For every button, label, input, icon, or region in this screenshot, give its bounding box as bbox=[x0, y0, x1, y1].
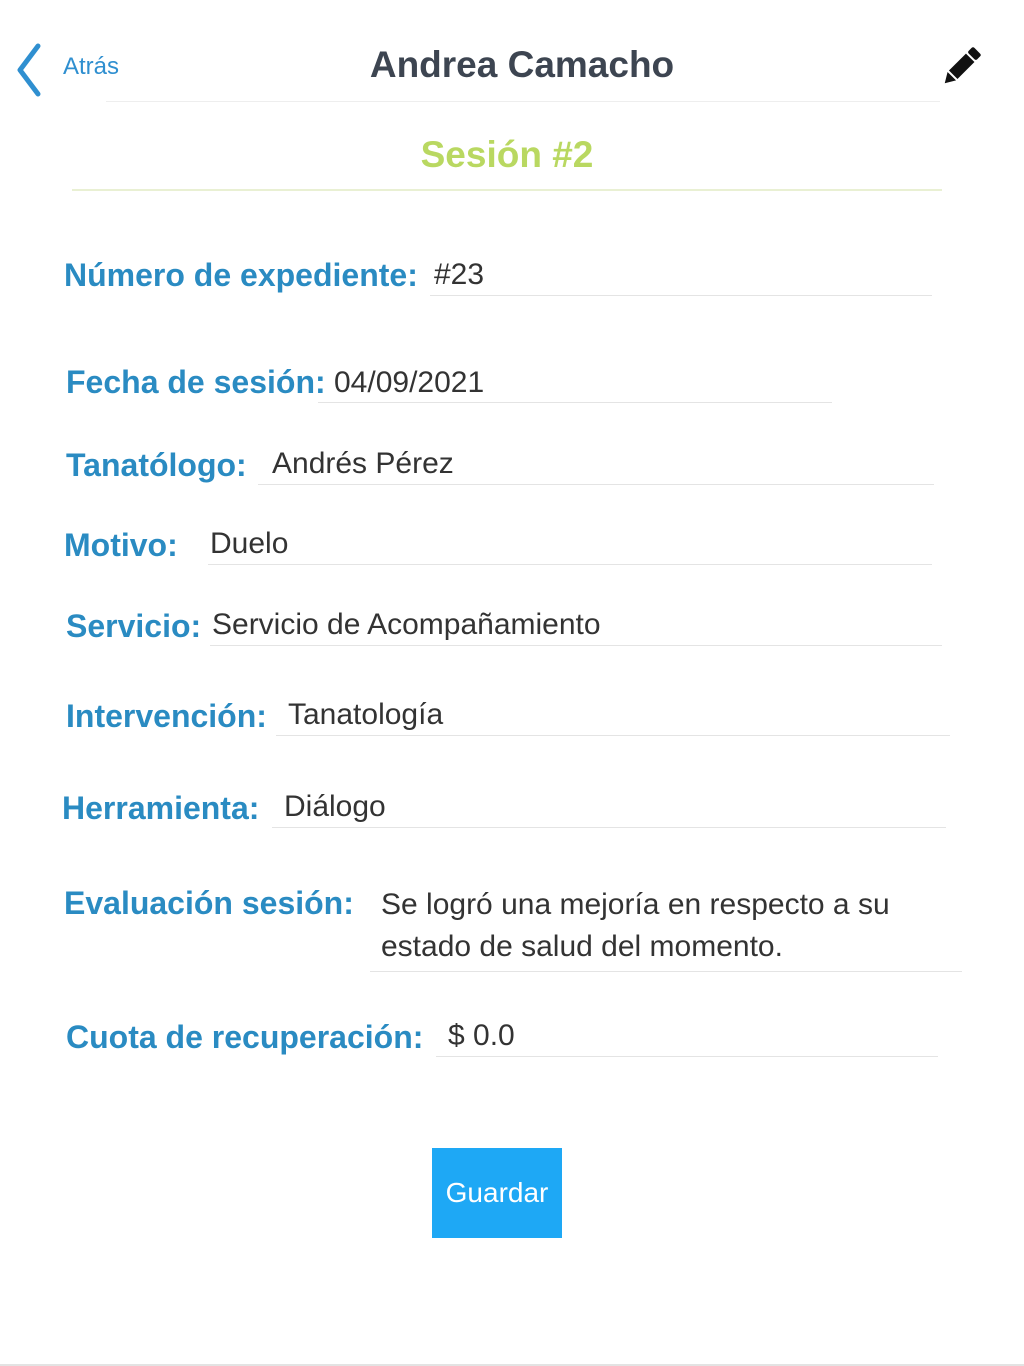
page-title: Andrea Camacho bbox=[369, 44, 675, 85]
evaluacion-label: Evaluación sesión: bbox=[64, 885, 354, 921]
fecha-underline bbox=[318, 402, 832, 403]
session-divider bbox=[72, 189, 942, 191]
header-divider bbox=[106, 101, 940, 102]
herramienta-underline bbox=[272, 827, 946, 828]
edit-button[interactable] bbox=[936, 42, 986, 92]
expediente-value[interactable]: #23 bbox=[434, 254, 484, 296]
cuota-value[interactable]: $ 0.0 bbox=[448, 1015, 515, 1057]
fecha-value[interactable]: 04/09/2021 bbox=[334, 362, 484, 404]
motivo-underline bbox=[208, 564, 932, 565]
intervencion-label: Intervención: bbox=[66, 698, 267, 734]
session-title: Sesión #2 bbox=[420, 134, 594, 175]
expediente-label: Número de expediente: bbox=[64, 257, 418, 293]
evaluacion-value[interactable]: Se logró una mejoría en respecto a su es… bbox=[381, 884, 941, 968]
back-label: Atrás bbox=[63, 53, 120, 80]
tanatologo-label: Tanatólogo: bbox=[66, 447, 247, 483]
save-button[interactable]: Guardar bbox=[432, 1148, 562, 1238]
tanatologo-value[interactable]: Andrés Pérez bbox=[272, 443, 454, 485]
cuota-label: Cuota de recuperación: bbox=[66, 1019, 424, 1055]
pencil-icon bbox=[944, 47, 981, 84]
motivo-label: Motivo: bbox=[64, 527, 178, 563]
fecha-label: Fecha de sesión: bbox=[66, 364, 326, 400]
intervencion-underline bbox=[276, 735, 950, 736]
cuota-underline bbox=[436, 1056, 938, 1057]
tanatologo-underline bbox=[258, 484, 934, 485]
herramienta-value[interactable]: Diálogo bbox=[284, 786, 386, 828]
expediente-underline bbox=[430, 295, 932, 296]
herramienta-label: Herramienta: bbox=[62, 790, 260, 826]
intervencion-value[interactable]: Tanatología bbox=[288, 694, 443, 736]
servicio-label: Servicio: bbox=[66, 608, 202, 644]
servicio-underline bbox=[210, 645, 942, 646]
servicio-value[interactable]: Servicio de Acompañamiento bbox=[212, 604, 601, 646]
evaluacion-underline bbox=[370, 971, 962, 972]
motivo-value[interactable]: Duelo bbox=[210, 523, 288, 565]
back-button[interactable]: Atrás bbox=[10, 40, 130, 100]
chevron-left-icon bbox=[17, 43, 41, 97]
